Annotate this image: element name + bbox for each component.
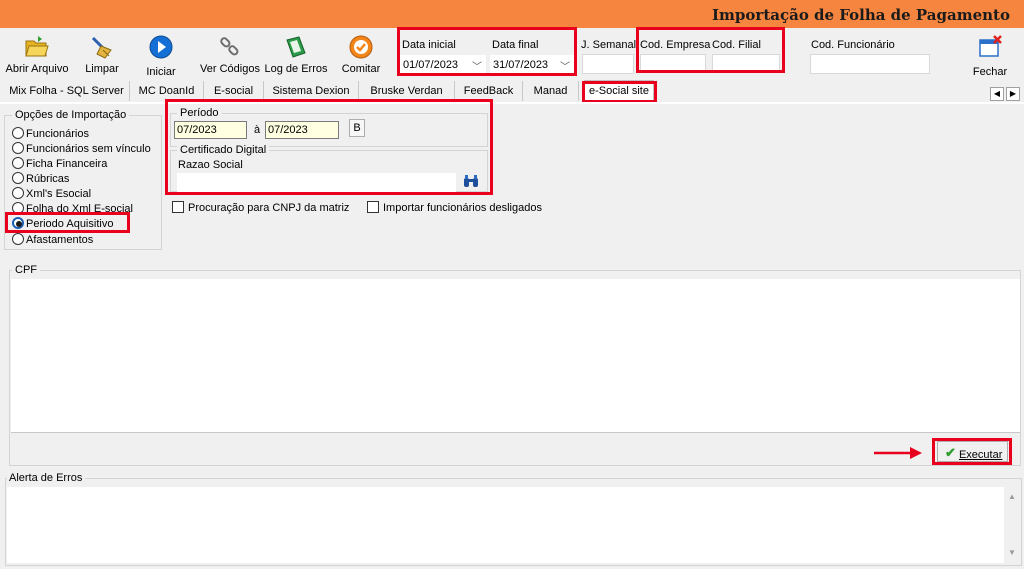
scroll-up-icon[interactable]: ▲ <box>1008 492 1016 501</box>
alerta-erros-textarea[interactable] <box>7 487 1004 563</box>
radio-circle <box>12 142 24 154</box>
fechar-label: Fechar <box>972 66 1008 78</box>
abrir-arquivo-label: Abrir Arquivo <box>5 63 69 75</box>
red-arrow-icon <box>874 446 924 463</box>
cod-funcionario-label: Cod. Funcionário <box>811 39 895 51</box>
play-icon <box>148 34 174 60</box>
iniciar-label: Iniciar <box>146 66 176 78</box>
tab-feedback[interactable]: FeedBack <box>455 81 523 101</box>
broom-icon <box>89 34 115 60</box>
tab-e-social[interactable]: E-social <box>204 81 264 101</box>
tab-manad[interactable]: Manad <box>523 81 579 101</box>
tab-scroll-left-button[interactable]: ◀ <box>990 87 1004 101</box>
radio-circle <box>12 233 24 245</box>
highlight-dates <box>397 27 577 76</box>
ver-codigos-label: Ver Códigos <box>200 63 260 75</box>
radio-rubricas-label: Rúbricas <box>26 173 70 185</box>
log-de-erros-label: Log de Erros <box>264 63 328 75</box>
cod-funcionario-input[interactable] <box>810 54 930 74</box>
radio-circle <box>12 172 24 184</box>
log-book-icon <box>283 34 309 60</box>
highlight-executar <box>932 438 1012 465</box>
commit-check-icon <box>348 34 374 60</box>
procuracao-label: Procuração para CNPJ da matriz <box>188 202 350 214</box>
abrir-arquivo-button[interactable]: Abrir Arquivo <box>4 34 70 78</box>
radio-circle <box>12 187 24 199</box>
opcoes-importacao-title: Opções de Importação <box>12 109 130 121</box>
procuracao-checkbox[interactable]: Procuração para CNPJ da matriz <box>172 201 349 214</box>
j-semanal-label: J. Semanal <box>581 39 637 51</box>
window-title: Importação de Folha de Pagamento <box>712 6 1010 24</box>
limpar-button[interactable]: Limpar <box>80 34 124 78</box>
comitar-label: Comitar <box>341 63 381 75</box>
alerta-scrollbar[interactable]: ▲ ▼ <box>1004 487 1021 563</box>
radio-xmls-esocial[interactable]: Xml's Esocial <box>12 187 91 201</box>
alerta-erros-title: Alerta de Erros <box>7 472 86 484</box>
highlight-periodo-certificado <box>165 99 493 195</box>
desligados-label: Importar funcionários desligados <box>383 202 542 214</box>
chain-link-icon <box>217 34 243 60</box>
radio-circle <box>12 157 24 169</box>
highlight-periodo-aquisitivo <box>5 212 130 233</box>
fechar-button[interactable]: Fechar <box>970 34 1010 78</box>
j-semanal-input[interactable] <box>582 54 634 74</box>
log-de-erros-button[interactable]: Log de Erros <box>264 34 328 78</box>
radio-circle <box>12 127 24 139</box>
tab-body-top-line <box>0 102 1024 104</box>
tab-scroll-right-button[interactable]: ▶ <box>1006 87 1020 101</box>
tab-strip: Mix Folha - SQL Server MC DoanId E-socia… <box>0 80 1024 102</box>
ver-codigos-button[interactable]: Ver Códigos <box>200 34 260 78</box>
comitar-button[interactable]: Comitar <box>340 34 382 78</box>
checkbox-box <box>172 201 184 213</box>
scroll-down-icon[interactable]: ▼ <box>1008 548 1016 557</box>
tab-bruske-verdan[interactable]: Bruske Verdan <box>359 81 455 101</box>
highlight-tab <box>582 81 657 103</box>
iniciar-button[interactable]: Iniciar <box>140 34 182 78</box>
desligados-checkbox[interactable]: Importar funcionários desligados <box>367 201 542 214</box>
tab-mix-folha[interactable]: Mix Folha - SQL Server <box>4 81 130 101</box>
radio-funcionarios-sem-vinculo-label: Funcionários sem vínculo <box>26 143 151 155</box>
folder-open-icon <box>24 34 50 60</box>
highlight-cod-empresa-filial <box>636 27 785 73</box>
cpf-title: CPF <box>12 264 40 276</box>
radio-rubricas[interactable]: Rúbricas <box>12 172 69 186</box>
radio-funcionarios-sem-vinculo[interactable]: Funcionários sem vínculo <box>12 142 151 156</box>
tab-sistema-dexion[interactable]: Sistema Dexion <box>264 81 359 101</box>
radio-funcionarios[interactable]: Funcionários <box>12 127 89 141</box>
radio-ficha-financeira[interactable]: Ficha Financeira <box>12 157 107 171</box>
tab-mc-doanid[interactable]: MC DoanId <box>130 81 204 101</box>
radio-afastamentos[interactable]: Afastamentos <box>12 233 93 247</box>
close-window-icon <box>977 34 1003 60</box>
limpar-label: Limpar <box>85 63 119 75</box>
radio-ficha-financeira-label: Ficha Financeira <box>26 158 108 170</box>
cpf-textarea[interactable] <box>11 279 1020 433</box>
radio-funcionarios-label: Funcionários <box>26 128 89 140</box>
checkbox-box <box>367 201 379 213</box>
radio-xmls-esocial-label: Xml's Esocial <box>26 188 92 200</box>
title-bar: Importação de Folha de Pagamento <box>0 0 1024 28</box>
radio-afastamentos-label: Afastamentos <box>26 234 94 246</box>
